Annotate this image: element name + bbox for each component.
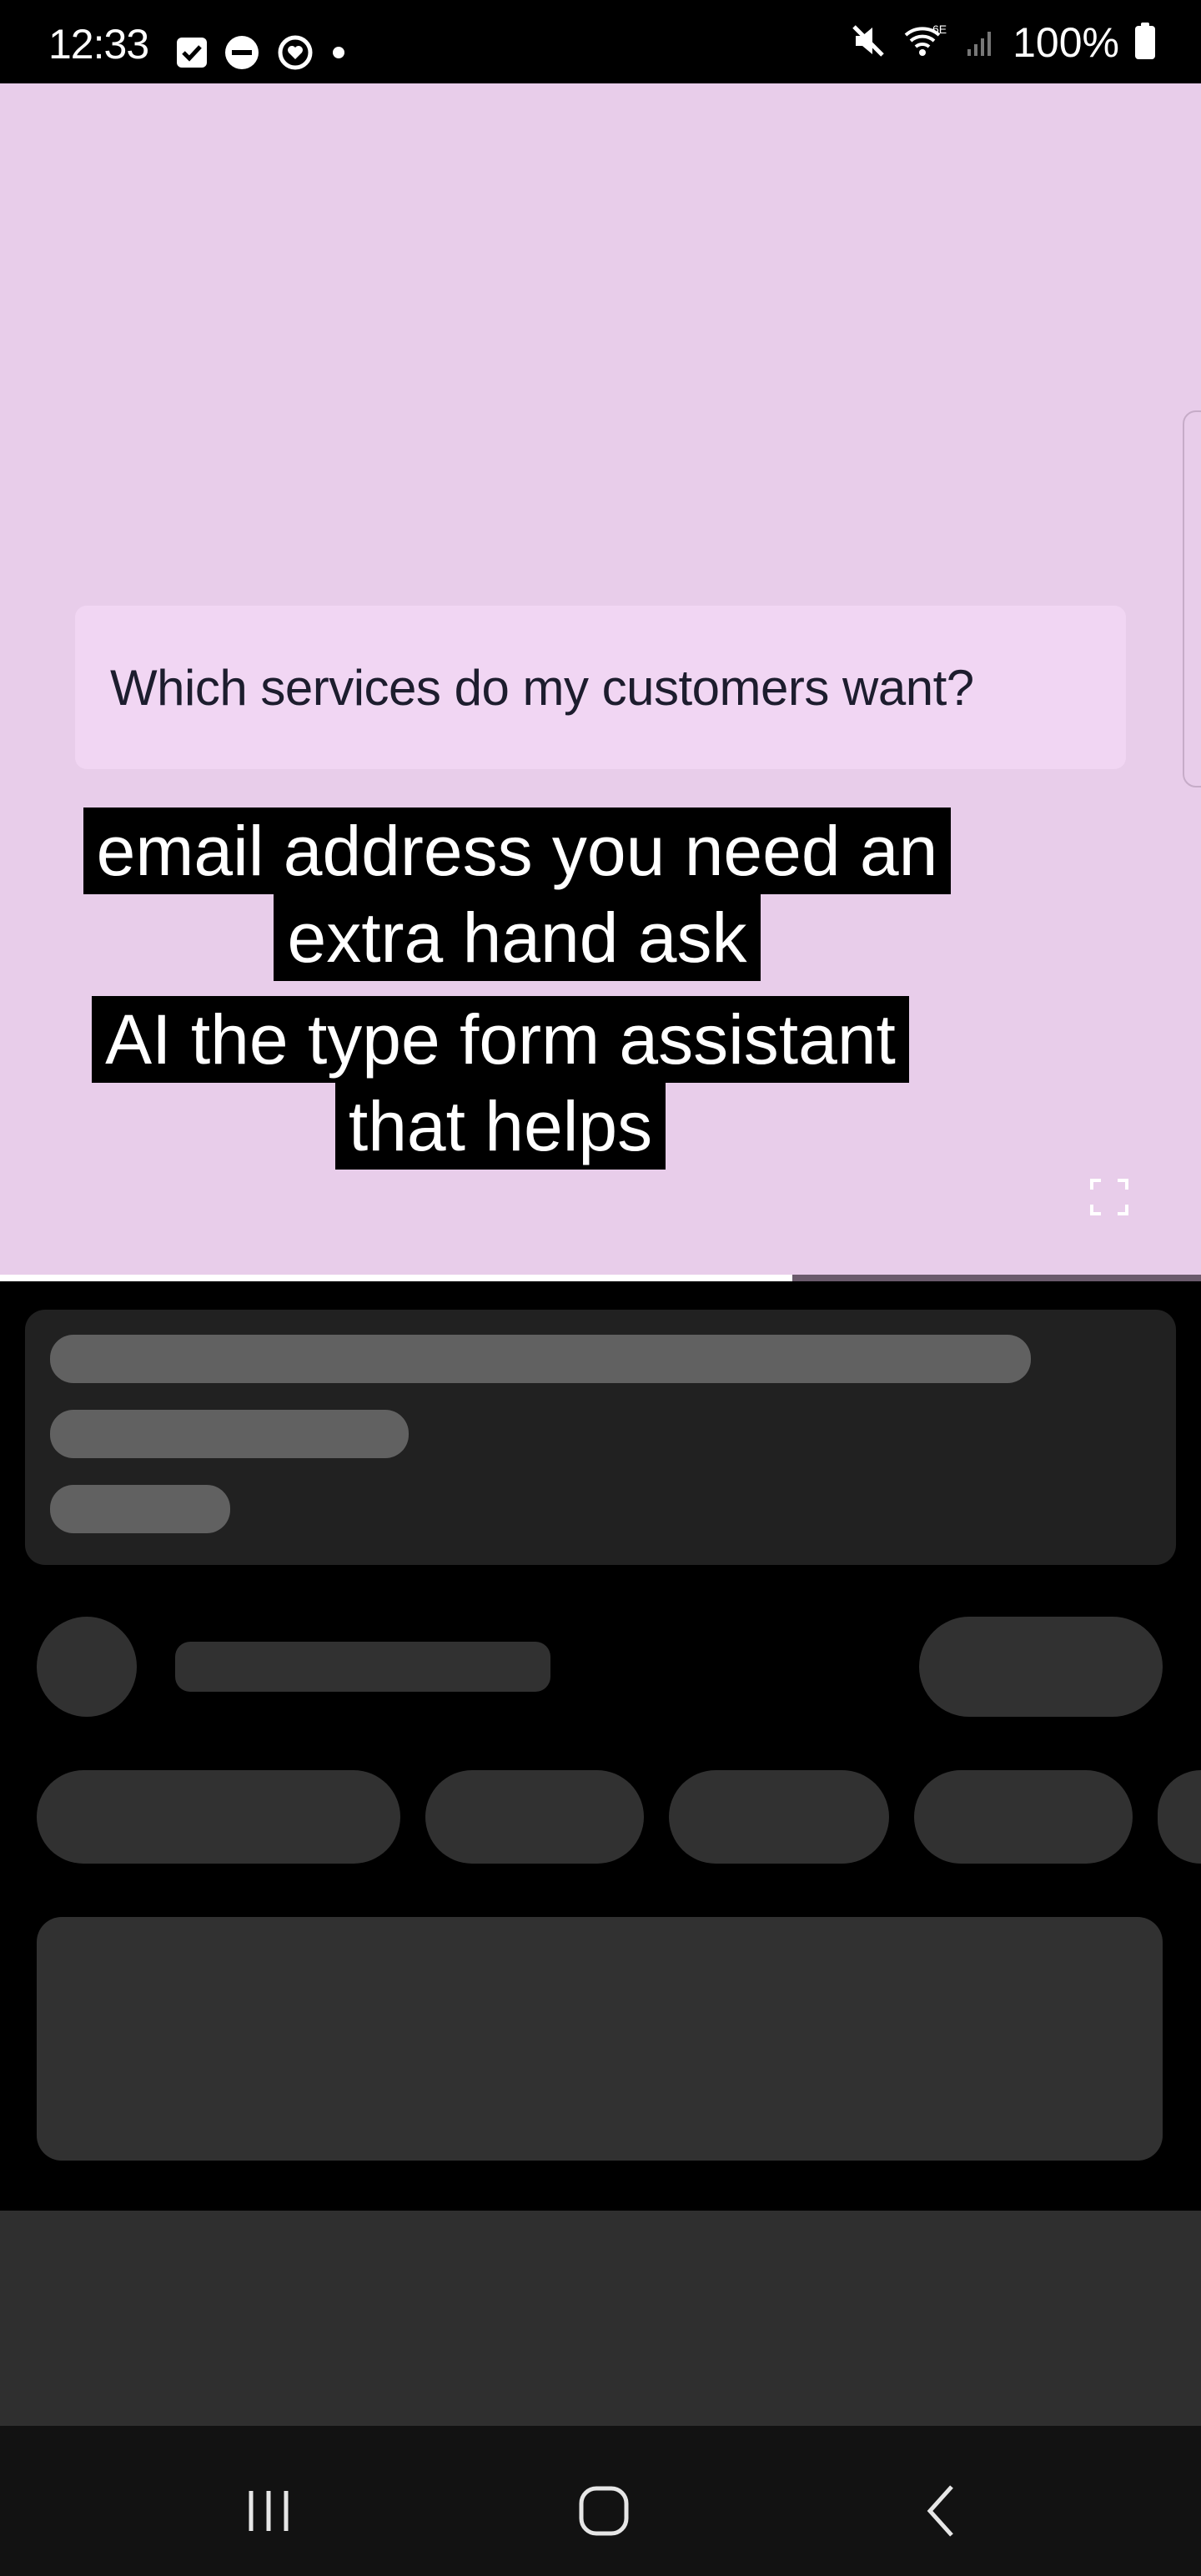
svg-text:6E: 6E: [932, 23, 947, 36]
subscribe-button-placeholder: [919, 1617, 1163, 1717]
channel-name-placeholder: [175, 1642, 550, 1692]
recent-apps-button[interactable]: [210, 2469, 327, 2553]
action-chip-placeholder: [37, 1770, 400, 1864]
sync-heart-icon: [275, 33, 315, 77]
side-panel-handle[interactable]: [1183, 410, 1201, 787]
back-icon: [927, 2485, 953, 2537]
navigation-bar: [0, 2426, 1201, 2576]
action-chip-placeholder: [425, 1770, 644, 1864]
mute-icon: [849, 22, 887, 64]
recent-apps-icon: [249, 2491, 289, 2531]
caption-line: that helps: [334, 1083, 666, 1170]
do-not-disturb-icon: [224, 34, 260, 75]
description-placeholder: [37, 1917, 1163, 2161]
wifi-6e-icon: 6E: [902, 22, 949, 64]
signal-icon: [964, 24, 997, 62]
fullscreen-icon[interactable]: [1089, 1178, 1129, 1216]
comments-panel-placeholder: [0, 2211, 1201, 2426]
title-placeholder: [50, 1335, 1031, 1383]
action-chip-placeholder: [914, 1770, 1133, 1864]
video-progress-bar[interactable]: [0, 1275, 1201, 1281]
status-time: 12:33: [48, 21, 149, 68]
caption-line: AI the type form assistant: [92, 996, 909, 1083]
status-left-icons: [175, 35, 347, 73]
battery-icon: [1134, 22, 1156, 64]
back-button[interactable]: [882, 2469, 999, 2553]
meta-placeholder: [50, 1485, 230, 1533]
battery-percentage: 100%: [1013, 19, 1119, 66]
action-chip-placeholder: [1158, 1770, 1201, 1864]
home-icon: [579, 2486, 629, 2536]
video-player[interactable]: Which services do my customers want? ema…: [0, 83, 1201, 1280]
checkbox-notification-icon: [175, 36, 209, 73]
caption-line: email address you need an: [83, 808, 952, 894]
question-text: Which services do my customers want?: [110, 659, 974, 716]
caption-line: extra hand ask: [274, 894, 761, 981]
notification-dot-icon: [330, 44, 347, 65]
status-bar: 12:33 6E 100%: [0, 0, 1201, 83]
action-chip-placeholder: [669, 1770, 889, 1864]
status-right-icons: 6E 100%: [849, 22, 1156, 63]
video-progress-fill: [0, 1275, 793, 1281]
subtitle-placeholder: [50, 1410, 409, 1458]
home-button[interactable]: [545, 2469, 662, 2553]
caption-block-2: AI the type form assistant that helps: [0, 996, 1101, 1170]
question-card: Which services do my customers want?: [75, 606, 1126, 769]
caption-block-1: email address you need an extra hand ask: [0, 808, 1118, 981]
channel-avatar-placeholder: [37, 1617, 137, 1717]
video-info-placeholder: [25, 1310, 1176, 1565]
